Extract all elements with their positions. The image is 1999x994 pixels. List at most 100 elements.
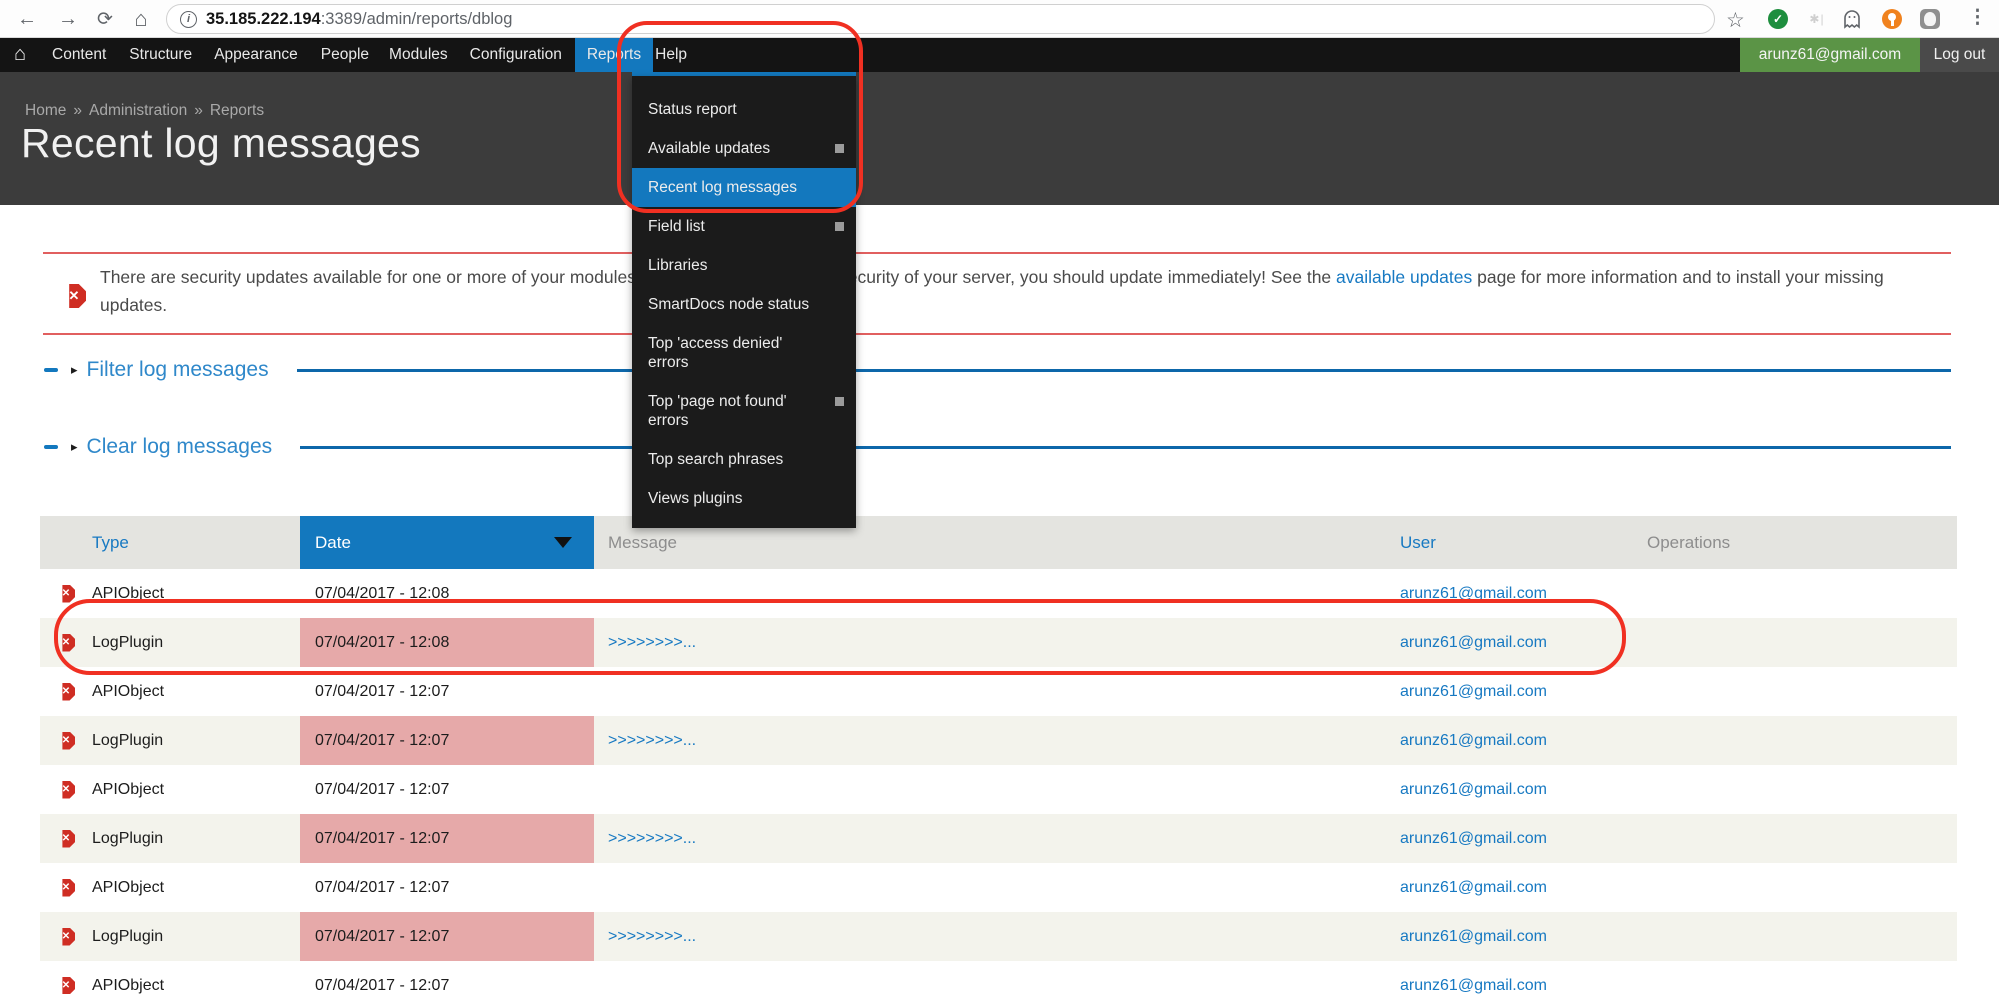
filter-fieldset-label[interactable]: Filter log messages	[87, 358, 269, 382]
message-cell	[594, 961, 1400, 994]
collapse-dash-icon	[44, 445, 58, 449]
log-user-link[interactable]: arunz61@gmail.com	[1400, 928, 1547, 946]
toolbar-item-configuration[interactable]: Configuration	[470, 38, 562, 72]
toolbar-item-structure[interactable]: Structure	[129, 38, 192, 72]
log-user-link[interactable]: arunz61@gmail.com	[1400, 830, 1547, 848]
log-user-link[interactable]: arunz61@gmail.com	[1400, 634, 1547, 652]
log-date: 07/04/2017 - 12:07	[315, 977, 449, 994]
menu-item-label: Top 'access denied' errors	[648, 334, 810, 372]
log-user-link[interactable]: arunz61@gmail.com	[1400, 585, 1547, 603]
clear-fieldset-label[interactable]: Clear log messages	[87, 435, 273, 459]
type-cell: APIObject	[40, 863, 300, 912]
toolbar-item-reports[interactable]: Reports	[575, 38, 653, 72]
breadcrumb-item-reports[interactable]: Reports	[210, 102, 264, 119]
extension-ghost-icon[interactable]	[1842, 9, 1862, 29]
browser-avatar-icon[interactable]	[1920, 9, 1940, 29]
toolbar-item-people[interactable]: People	[321, 38, 369, 72]
date-cell: 07/04/2017 - 12:07	[300, 912, 594, 961]
error-status-icon	[57, 928, 75, 946]
type-cell: LogPlugin	[40, 912, 300, 961]
logout-button[interactable]: Log out	[1920, 38, 1999, 72]
header-user[interactable]: User	[1400, 516, 1647, 569]
back-icon[interactable]	[12, 4, 42, 34]
error-status-icon	[57, 830, 75, 848]
menu-item-views-plugins[interactable]: Views plugins	[632, 479, 856, 518]
error-status-icon	[57, 683, 75, 701]
menu-item-label: Status report	[648, 100, 810, 119]
forward-icon[interactable]	[53, 4, 83, 34]
user-cell: arunz61@gmail.com	[1400, 569, 1647, 618]
date-cell: 07/04/2017 - 12:08	[300, 569, 594, 618]
extension-dim-icon[interactable]	[1806, 9, 1828, 29]
menu-item-top-page-not-found-errors[interactable]: Top 'page not found' errors	[632, 382, 856, 440]
collapsed-arrow-icon[interactable]	[71, 362, 78, 378]
page-header: Home»Administration»Reports Recent log m…	[0, 72, 1999, 205]
log-user-link[interactable]: arunz61@gmail.com	[1400, 977, 1547, 994]
menu-item-smartdocs-node-status[interactable]: SmartDocs node status	[632, 285, 856, 324]
log-user-link[interactable]: arunz61@gmail.com	[1400, 781, 1547, 799]
user-cell: arunz61@gmail.com	[1400, 863, 1647, 912]
browser-home-icon[interactable]	[126, 4, 156, 34]
reload-icon[interactable]	[90, 4, 120, 34]
message-cell: >>>>>>>>...	[594, 912, 1400, 961]
bookmark-star-icon[interactable]	[1726, 8, 1745, 33]
menu-item-top-access-denied-errors[interactable]: Top 'access denied' errors	[632, 324, 856, 382]
operations-cell	[1647, 618, 1957, 667]
menu-item-status-report[interactable]: Status report	[632, 90, 856, 129]
extension-openvpn-icon[interactable]	[1882, 9, 1902, 29]
toolbar-item-appearance[interactable]: Appearance	[214, 38, 298, 72]
menu-item-top-search-phrases[interactable]: Top search phrases	[632, 440, 856, 479]
available-updates-link[interactable]: available updates	[1336, 267, 1472, 287]
filter-fieldset[interactable]: Filter log messages	[44, 357, 1951, 383]
log-type: LogPlugin	[92, 634, 163, 652]
log-user-link[interactable]: arunz61@gmail.com	[1400, 732, 1547, 750]
address-bar[interactable]: 35.185.222.194:3389/admin/reports/dblog	[166, 4, 1715, 34]
date-cell: 07/04/2017 - 12:07	[300, 765, 594, 814]
header-type[interactable]: Type	[40, 516, 300, 569]
error-status-icon	[57, 732, 75, 750]
log-date: 07/04/2017 - 12:07	[315, 732, 449, 750]
alert-bottom-border	[43, 333, 1951, 335]
table-row: LogPlugin 07/04/2017 - 12:07 >>>>>>>>...…	[40, 716, 1957, 765]
table-row: LogPlugin 07/04/2017 - 12:07 >>>>>>>>...…	[40, 814, 1957, 863]
clear-fieldset[interactable]: Clear log messages	[44, 434, 1951, 460]
table-row: APIObject 07/04/2017 - 12:07 arunz61@gma…	[40, 961, 1957, 994]
module-badge-icon	[835, 144, 844, 153]
log-message-link[interactable]: >>>>>>>>...	[608, 634, 696, 652]
log-date: 07/04/2017 - 12:08	[315, 634, 449, 652]
log-user-link[interactable]: arunz61@gmail.com	[1400, 683, 1547, 701]
info-icon[interactable]	[180, 11, 197, 28]
reports-dropdown-menu: Status report Available updates Recent l…	[632, 76, 856, 528]
toolbar-item-help[interactable]: Help	[655, 38, 687, 72]
table-row: APIObject 07/04/2017 - 12:08 arunz61@gma…	[40, 569, 1957, 618]
header-date-sorted[interactable]: Date	[300, 516, 594, 569]
browser-menu-icon[interactable]	[1968, 6, 1987, 29]
menu-item-available-updates[interactable]: Available updates	[632, 129, 856, 168]
date-cell: 07/04/2017 - 12:07	[300, 961, 594, 994]
menu-item-field-list[interactable]: Field list	[632, 207, 856, 246]
extension-check-icon[interactable]	[1768, 9, 1788, 29]
breadcrumb-item-home[interactable]: Home	[25, 102, 66, 119]
collapsed-arrow-icon[interactable]	[71, 439, 78, 455]
fieldset-rule	[297, 369, 1951, 372]
log-message-link[interactable]: >>>>>>>>...	[608, 732, 696, 750]
log-type: APIObject	[92, 781, 164, 799]
toolbar-item-content[interactable]: Content	[52, 38, 106, 72]
log-type: APIObject	[92, 683, 164, 701]
log-user-link[interactable]: arunz61@gmail.com	[1400, 879, 1547, 897]
site-home-icon[interactable]	[9, 38, 31, 72]
account-button[interactable]: arunz61@gmail.com	[1740, 38, 1920, 72]
menu-item-libraries[interactable]: Libraries	[632, 246, 856, 285]
url-text: 35.185.222.194:3389/admin/reports/dblog	[206, 10, 512, 29]
date-cell: 07/04/2017 - 12:08	[300, 618, 594, 667]
menu-item-recent-log-messages[interactable]: Recent log messages	[632, 168, 856, 207]
user-cell: arunz61@gmail.com	[1400, 814, 1647, 863]
toolbar-item-modules[interactable]: Modules	[389, 38, 448, 72]
table-body: APIObject 07/04/2017 - 12:08 arunz61@gma…	[40, 569, 1957, 994]
user-cell: arunz61@gmail.com	[1400, 912, 1647, 961]
breadcrumb-item-administration[interactable]: Administration	[89, 102, 187, 119]
menu-item-label: SmartDocs node status	[648, 295, 810, 314]
log-message-link[interactable]: >>>>>>>>...	[608, 928, 696, 946]
browser-chrome: 35.185.222.194:3389/admin/reports/dblog	[0, 0, 1999, 38]
log-message-link[interactable]: >>>>>>>>...	[608, 830, 696, 848]
